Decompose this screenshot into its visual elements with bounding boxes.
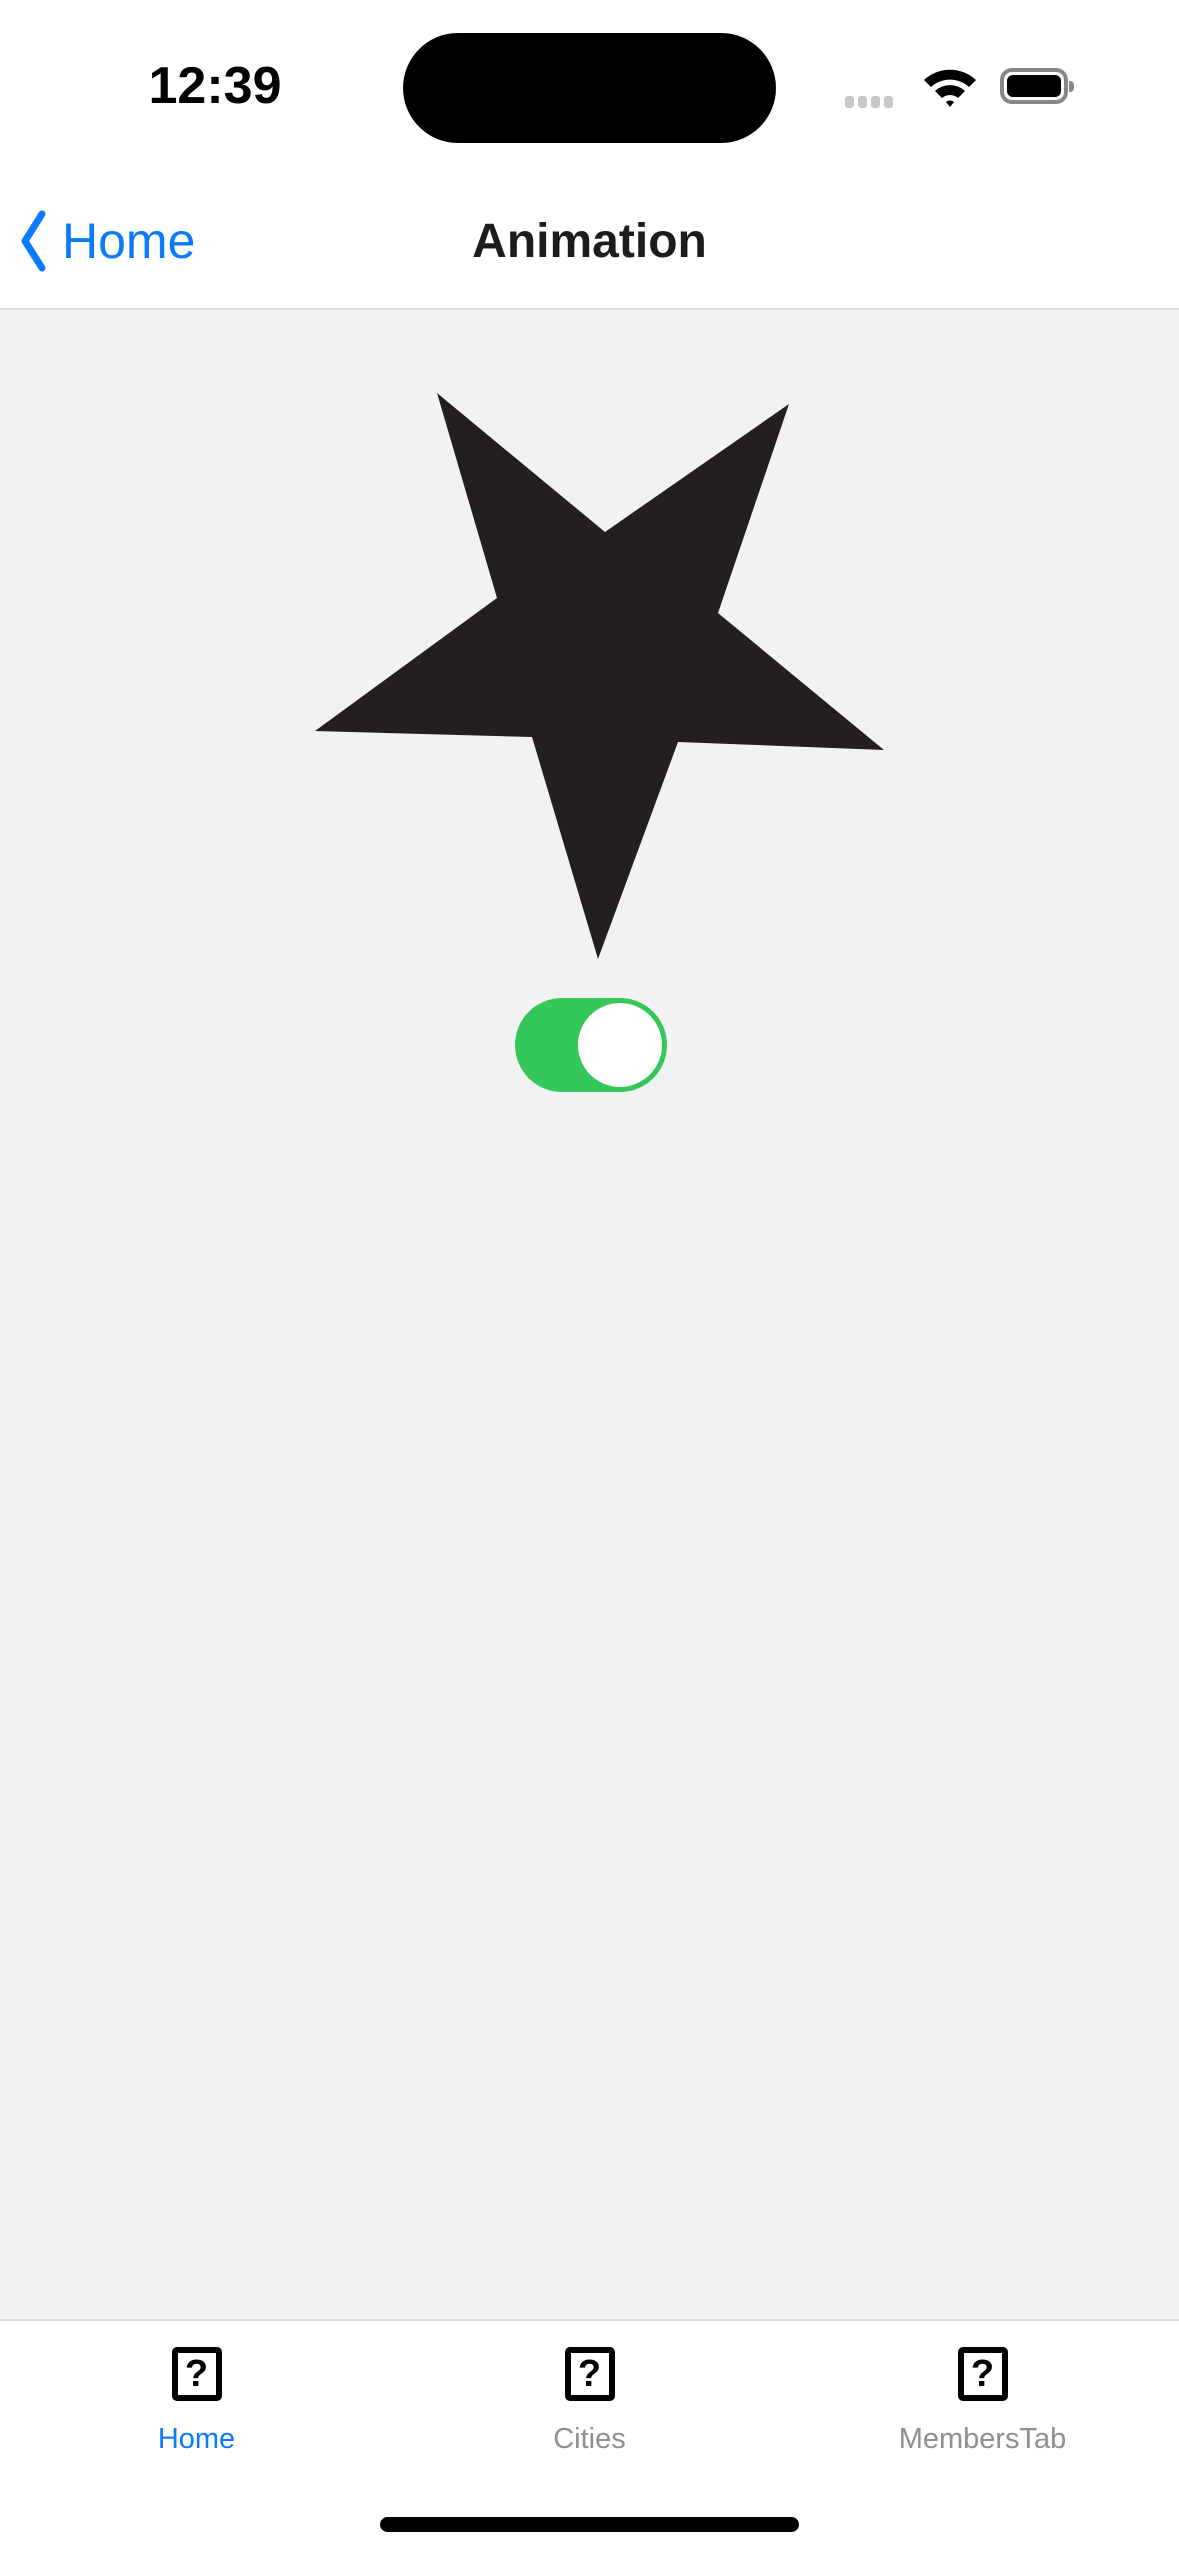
tab-cities[interactable]: ? Cities [393, 2347, 786, 2456]
toggle-knob [578, 1003, 662, 1087]
star-polygon [315, 393, 884, 959]
home-indicator[interactable] [380, 2517, 799, 2532]
tab-label: MembersTab [898, 2423, 1067, 2455]
question-mark-square-icon: ? [171, 2347, 222, 2401]
tab-home[interactable]: ? Home [0, 2347, 393, 2456]
question-mark-square-icon: ? [957, 2347, 1008, 2401]
animation-toggle[interactable] [515, 998, 667, 1092]
tab-members[interactable]: ? MembersTab [786, 2347, 1179, 2456]
tab-label: Cities [553, 2423, 626, 2455]
star-shape [315, 393, 884, 959]
question-mark-square-icon: ? [564, 2347, 615, 2401]
tab-label: Home [157, 2423, 236, 2455]
